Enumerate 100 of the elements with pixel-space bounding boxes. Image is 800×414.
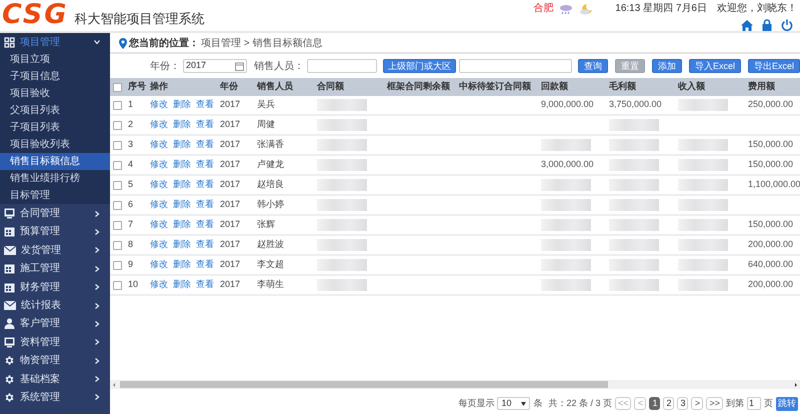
action-link[interactable]: 查看	[196, 98, 214, 112]
action-link[interactable]: 修改	[150, 238, 168, 252]
action-link[interactable]: 删除	[173, 278, 191, 292]
horizontal-scrollbar[interactable]	[110, 380, 800, 389]
action-link[interactable]: 修改	[150, 198, 168, 212]
scrollbar-thumb[interactable]	[120, 381, 608, 388]
action-link[interactable]: 删除	[173, 178, 191, 192]
redaction-blur	[317, 259, 367, 271]
action-link[interactable]: 修改	[150, 138, 168, 152]
row-checkbox[interactable]	[113, 280, 122, 290]
table-cell: 2017	[220, 139, 240, 150]
action-link[interactable]: 查看	[196, 198, 214, 212]
redaction-blur	[317, 279, 367, 291]
sales-person-field[interactable]	[306, 59, 377, 73]
row-checkbox[interactable]	[113, 240, 122, 250]
toolbar-button[interactable]: 导出Excel	[748, 59, 800, 73]
action-link[interactable]: 删除	[173, 198, 191, 212]
submenu-item[interactable]: 子项目信息	[0, 68, 110, 86]
row-checkbox[interactable]	[113, 220, 122, 230]
table-cell: 周健	[257, 119, 275, 130]
action-link[interactable]: 查看	[196, 118, 214, 132]
row-checkbox[interactable]	[113, 160, 122, 170]
row-checkbox[interactable]	[113, 100, 122, 110]
breadcrumb-label: 您当前的位置：	[129, 36, 199, 50]
action-link[interactable]: 修改	[150, 178, 168, 192]
action-link[interactable]: 删除	[173, 238, 191, 252]
page-button[interactable]: 3	[677, 397, 688, 410]
submenu-item[interactable]: 目标管理	[0, 187, 110, 204]
sidebar-item[interactable]: 合同管理	[0, 204, 110, 223]
sidebar-item[interactable]: 系统管理	[0, 388, 110, 407]
row-checkbox[interactable]	[113, 260, 122, 270]
scroll-right-icon[interactable]	[792, 380, 800, 388]
submenu-item[interactable]: 项目立项	[0, 51, 110, 68]
city-label: 合肥	[533, 2, 554, 16]
row-checkbox[interactable]	[113, 200, 122, 210]
department-field[interactable]	[458, 59, 572, 73]
action-link[interactable]: 查看	[196, 258, 214, 272]
page-button[interactable]: 2	[663, 397, 674, 410]
action-link[interactable]: 修改	[150, 258, 168, 272]
action-link[interactable]: 修改	[150, 218, 168, 232]
page-total: 共：22 条 / 3 页	[548, 396, 612, 410]
sidebar-item[interactable]: 客户管理	[0, 314, 110, 334]
power-icon[interactable]	[781, 19, 793, 31]
select-all-checkbox[interactable]	[113, 82, 122, 92]
toolbar-button[interactable]: 添加	[652, 59, 682, 73]
page-button[interactable]: 1	[649, 397, 660, 410]
row-checkbox[interactable]	[113, 140, 122, 150]
previous-page-button[interactable]: <	[634, 397, 646, 410]
submenu-item[interactable]: 项目验收列表	[0, 136, 110, 154]
action-link[interactable]: 查看	[196, 138, 214, 152]
action-link[interactable]: 修改	[150, 278, 168, 292]
row-checkbox[interactable]	[113, 120, 122, 130]
sidebar-item[interactable]: 资料管理	[0, 333, 110, 352]
sidebar-item[interactable]: 施工管理	[0, 260, 110, 278]
sidebar-item[interactable]: 基础档案	[0, 370, 110, 388]
sidebar-item[interactable]: 项目管理	[0, 33, 110, 52]
sidebar-item[interactable]: 物资管理	[0, 352, 110, 370]
per-page-select[interactable]: 10	[497, 397, 530, 410]
gear-icon	[4, 392, 15, 403]
action-link[interactable]: 删除	[173, 218, 191, 232]
action-link[interactable]: 查看	[196, 218, 214, 232]
sidebar-item[interactable]: 财务管理	[0, 278, 110, 296]
submenu-item[interactable]: 销售目标额信息	[0, 153, 110, 170]
column-header: 合同额	[317, 81, 344, 92]
toolbar-button[interactable]: 导入Excel	[688, 59, 741, 73]
row-checkbox[interactable]	[113, 180, 122, 190]
action-link[interactable]: 修改	[150, 118, 168, 132]
sidebar-item[interactable]: 统计报表	[0, 296, 110, 315]
action-link[interactable]: 查看	[196, 158, 214, 172]
action-link[interactable]: 删除	[173, 118, 191, 132]
logo: CSG	[2, 0, 68, 30]
table-cell-text: 150,000.00	[748, 138, 794, 152]
first-page-button[interactable]: <<	[614, 397, 632, 410]
action-link[interactable]: 删除	[173, 98, 191, 112]
column-header: 回款额	[541, 81, 568, 92]
jump-button[interactable]: 跳转	[776, 396, 798, 410]
action-link[interactable]: 修改	[150, 158, 168, 172]
sidebar-item[interactable]: 预算管理	[0, 222, 110, 242]
submenu-item[interactable]: 父项目列表	[0, 102, 110, 120]
action-link[interactable]: 查看	[196, 278, 214, 292]
action-link[interactable]: 删除	[173, 158, 191, 172]
action-link[interactable]: 删除	[173, 138, 191, 152]
submenu-item[interactable]: 项目验收	[0, 85, 110, 102]
goto-page-field[interactable]: 1	[747, 397, 761, 410]
toolbar-button[interactable]: 查询	[578, 59, 608, 73]
table-cell: 张辉	[257, 219, 275, 230]
home-icon[interactable]	[741, 20, 753, 30]
submenu-item[interactable]: 子项目列表	[0, 119, 110, 136]
submenu-item[interactable]: 销售业绩排行榜	[0, 170, 110, 188]
last-page-button[interactable]: >>	[706, 397, 723, 410]
lock-icon[interactable]	[762, 19, 772, 31]
redaction-blur	[678, 179, 728, 191]
action-link[interactable]: 修改	[150, 98, 168, 112]
action-link[interactable]: 查看	[196, 238, 214, 252]
action-link[interactable]: 删除	[173, 258, 191, 272]
next-page-button[interactable]: >	[691, 397, 704, 410]
sidebar-item[interactable]: 发货管理	[0, 241, 110, 260]
action-link[interactable]: 查看	[196, 178, 214, 192]
year-field[interactable]: 2017	[183, 59, 247, 73]
department-button[interactable]: 上级部门或大区	[382, 59, 456, 73]
